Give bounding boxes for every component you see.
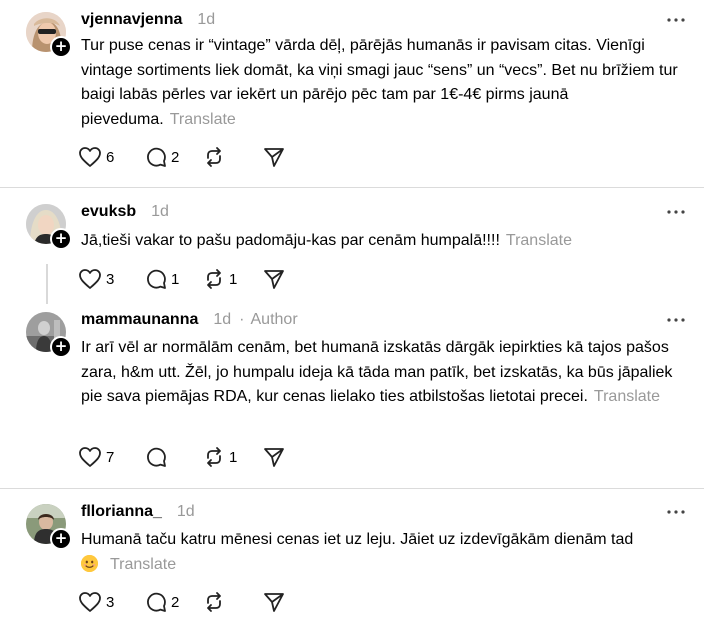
like-button[interactable]: 7 [78, 446, 116, 468]
repost-icon [207, 447, 221, 467]
comment-text-block: Ir arī vēl ar normālām cenām, bet humanā… [81, 336, 681, 410]
comment-icon [147, 147, 166, 167]
avatar[interactable]: + [26, 204, 72, 250]
comment-text: Ir arī vēl ar normālām cenām, bet humanā… [81, 339, 673, 405]
heart-icon [79, 592, 101, 612]
repost-button[interactable] [203, 146, 239, 168]
translate-link[interactable]: Translate [594, 388, 660, 405]
like-count: 7 [106, 448, 115, 466]
repost-icon [207, 269, 221, 289]
heart-icon [79, 447, 101, 467]
follow-plus-icon[interactable]: + [50, 228, 72, 250]
more-icon[interactable] [664, 312, 688, 334]
translate-link[interactable]: Translate [110, 556, 176, 573]
send-icon [264, 270, 284, 289]
comment-card: + mammaunanna 1d · Author Ir arī vēl ar … [0, 306, 704, 488]
comment-icon [147, 269, 166, 289]
send-icon [264, 448, 284, 467]
avatar[interactable]: + [26, 312, 72, 358]
follow-plus-icon[interactable]: + [50, 36, 72, 58]
reply-count: 2 [171, 593, 180, 611]
comment-text-block: Jā,tieši vakar to pašu padomāju-kas par … [81, 229, 681, 254]
translate-link[interactable]: Translate [170, 111, 236, 128]
smiling-face-emoji-icon [81, 554, 98, 572]
comment-icon [147, 592, 166, 612]
timestamp[interactable]: 1d [151, 203, 169, 221]
username[interactable]: evuksb [81, 203, 136, 221]
more-icon[interactable] [664, 204, 688, 226]
comment-card: + evuksb 1d Jā,tieši vakar to pašu padom… [0, 188, 704, 306]
follow-plus-icon[interactable]: + [50, 336, 72, 358]
reply-count: 1 [171, 270, 180, 288]
timestamp[interactable]: 1d [197, 11, 215, 29]
heart-icon [79, 147, 101, 167]
comment-text-block: Tur puse cenas ir “vintage” vārda dēļ, p… [81, 34, 681, 132]
separator-dot: · [239, 311, 245, 328]
author-label: Author [250, 311, 298, 328]
like-count: 3 [106, 593, 115, 611]
timestamp[interactable]: 1d [213, 311, 231, 329]
repost-icon [207, 592, 221, 612]
repost-button[interactable]: 1 [203, 268, 239, 290]
username[interactable]: vjennavjenna [81, 11, 182, 29]
share-button[interactable] [263, 146, 285, 168]
comment-text: Jā,tieši vakar to pašu padomāju-kas par … [81, 232, 500, 249]
reply-button[interactable] [145, 446, 181, 468]
comment-card: + vjennavjenna 1d Tur puse cenas ir “vin… [0, 0, 704, 187]
more-icon[interactable] [664, 12, 688, 34]
timestamp[interactable]: 1d [177, 503, 195, 521]
more-icon[interactable] [664, 504, 688, 526]
send-icon [264, 593, 284, 612]
repost-count: 1 [229, 448, 238, 466]
repost-icon [207, 147, 221, 167]
thread-line [46, 264, 48, 304]
follow-plus-icon[interactable]: + [50, 528, 72, 550]
like-button[interactable]: 3 [78, 591, 116, 613]
reply-button[interactable]: 2 [145, 146, 181, 168]
like-count: 6 [106, 148, 115, 166]
repost-button[interactable]: 1 [203, 446, 239, 468]
comment-text-block: Humanā taču katru mēnesi cenas iet uz le… [81, 528, 681, 577]
send-icon [264, 148, 284, 167]
comment-text: Humanā taču katru mēnesi cenas iet uz le… [81, 531, 634, 548]
avatar[interactable]: + [26, 12, 72, 58]
reply-button[interactable]: 1 [145, 268, 181, 290]
reply-button[interactable]: 2 [145, 591, 181, 613]
heart-icon [79, 269, 101, 289]
username[interactable]: mammaunanna [81, 311, 198, 329]
share-button[interactable] [263, 591, 285, 613]
avatar[interactable]: + [26, 504, 72, 550]
translate-link[interactable]: Translate [506, 232, 572, 249]
like-button[interactable]: 3 [78, 268, 116, 290]
reply-count: 2 [171, 148, 180, 166]
share-button[interactable] [263, 446, 285, 468]
comment-icon [147, 447, 166, 467]
repost-button[interactable] [203, 591, 239, 613]
username[interactable]: fllorianna_ [81, 503, 162, 521]
comment-card: + fllorianna_ 1d Humanā taču katru mēnes… [0, 489, 704, 617]
share-button[interactable] [263, 268, 285, 290]
like-count: 3 [106, 270, 115, 288]
repost-count: 1 [229, 270, 238, 288]
like-button[interactable]: 6 [78, 146, 116, 168]
